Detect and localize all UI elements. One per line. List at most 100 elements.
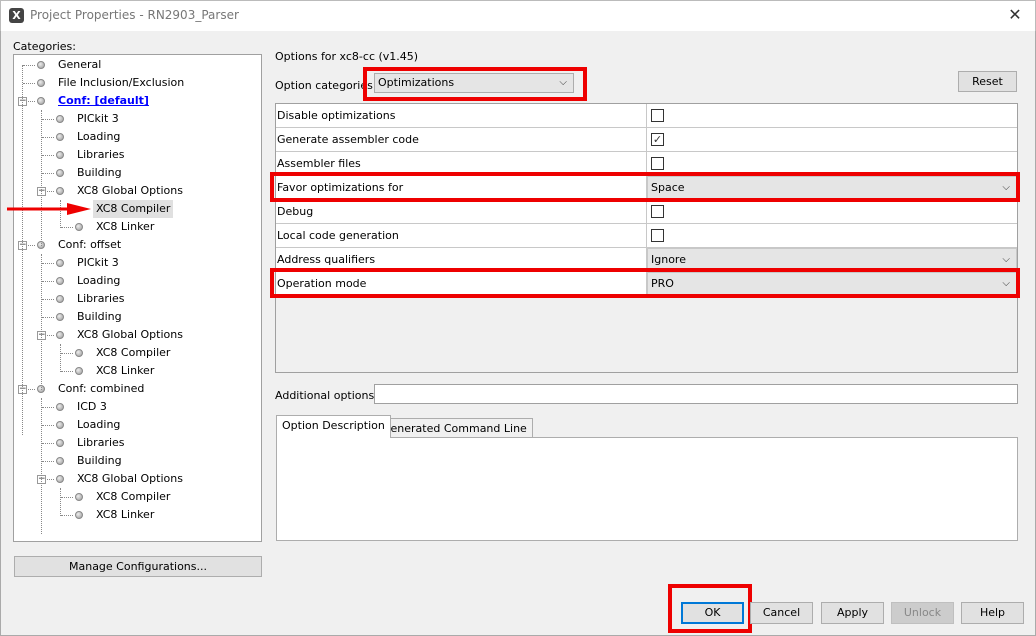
option-value: Ignore ⌵ <box>647 248 1017 271</box>
option-row: Disable optimizations <box>276 104 1017 128</box>
tree-line <box>60 488 61 516</box>
option-name: Operation mode <box>276 272 647 295</box>
option-categories-select[interactable]: Optimizations ⌵ <box>374 73 574 93</box>
tree-item-label: Building <box>77 310 122 323</box>
tree-line <box>42 461 54 462</box>
tree-item-label: Loading <box>77 274 121 287</box>
chevron-down-icon: ⌵ <box>1002 182 1010 193</box>
tree-item-label: PICkit 3 <box>77 256 119 269</box>
manage-configurations-button[interactable]: Manage Configurations... <box>14 556 262 577</box>
node-bullet-icon <box>56 151 64 159</box>
option-select-value: Space <box>651 181 685 194</box>
option-value <box>647 200 1017 223</box>
tree-item-label: XC8 Compiler <box>96 490 171 503</box>
chevron-down-icon: ⌵ <box>559 77 567 88</box>
node-bullet-icon <box>75 223 83 231</box>
tree-item-label: ICD 3 <box>77 400 107 413</box>
option-select[interactable]: Space ⌵ <box>647 176 1017 199</box>
option-checkbox[interactable]: ✓ <box>651 133 664 146</box>
node-bullet-icon <box>56 457 64 465</box>
additional-options-input[interactable] <box>374 384 1018 404</box>
option-checkbox[interactable] <box>651 229 664 242</box>
node-bullet-icon <box>56 475 64 483</box>
node-bullet-icon <box>75 349 83 357</box>
tab-option-description[interactable]: Option Description <box>276 415 391 438</box>
tree-line <box>41 398 42 534</box>
red-arrow-annotation <box>7 203 91 215</box>
node-bullet-icon <box>56 169 64 177</box>
tree-line <box>60 344 61 372</box>
option-select[interactable]: Ignore ⌵ <box>647 248 1017 271</box>
tree-item-label: Conf: offset <box>58 238 122 251</box>
tree-item-label: File Inclusion/Exclusion <box>58 76 185 89</box>
node-bullet-icon <box>56 115 64 123</box>
node-bullet-icon <box>56 331 64 339</box>
tree-line <box>42 407 54 408</box>
node-bullet-icon <box>37 97 45 105</box>
additional-options-label: Additional options: <box>275 389 378 402</box>
reset-button[interactable]: Reset <box>958 71 1017 92</box>
option-select[interactable]: PRO ⌵ <box>647 272 1017 295</box>
option-checkbox[interactable] <box>651 205 664 218</box>
tree-item-label: Loading <box>77 130 121 143</box>
tree-line <box>61 371 73 372</box>
ok-button[interactable]: OK <box>681 602 744 624</box>
tree-line <box>42 119 54 120</box>
tree-line <box>41 254 42 390</box>
tree-line <box>41 110 42 246</box>
node-bullet-icon <box>56 313 64 321</box>
option-checkbox[interactable] <box>651 109 664 122</box>
node-bullet-icon <box>37 79 45 87</box>
tree-line <box>42 443 54 444</box>
option-select-value: PRO <box>651 277 674 290</box>
tree-line <box>23 83 35 84</box>
close-icon[interactable]: ✕ <box>1000 4 1030 26</box>
options-title: Options for xc8-cc (v1.45) <box>275 50 419 63</box>
window-title: Project Properties - RN2903_Parser <box>30 8 239 22</box>
node-bullet-icon <box>56 187 64 195</box>
option-name: Favor optimizations for <box>276 176 647 199</box>
option-name: Local code generation <box>276 224 647 247</box>
tree-item-label: Building <box>77 166 122 179</box>
tree-item-label: XC8 Linker <box>96 364 155 377</box>
tree-item-label: XC8 Global Options <box>77 184 183 197</box>
option-select-value: Ignore <box>651 253 686 266</box>
node-bullet-icon <box>56 277 64 285</box>
option-value: Space ⌵ <box>647 176 1017 199</box>
tree-line <box>42 173 54 174</box>
node-bullet-icon <box>56 439 64 447</box>
tree-item-label: General <box>58 58 102 71</box>
options-grid: Disable optimizations Generate assembler … <box>275 103 1018 373</box>
categories-tree[interactable]: General File Inclusion/Exclusion − Conf: [d… <box>13 54 262 542</box>
node-bullet-icon <box>56 421 64 429</box>
tree-line <box>42 299 54 300</box>
node-bullet-icon <box>56 403 64 411</box>
tree-item-label: Conf: [default] <box>58 94 149 107</box>
node-bullet-icon <box>75 493 83 501</box>
tree-item-label: XC8 Linker <box>96 220 155 233</box>
tree-item-label: Loading <box>77 418 121 431</box>
option-name: Debug <box>276 200 647 223</box>
node-bullet-icon <box>75 511 83 519</box>
node-bullet-icon <box>56 295 64 303</box>
tree-item-label: Libraries <box>77 436 125 449</box>
option-value <box>647 224 1017 247</box>
option-value: PRO ⌵ <box>647 272 1017 295</box>
tree-line <box>42 155 54 156</box>
tree-line <box>61 515 73 516</box>
option-name: Generate assembler code <box>276 128 647 151</box>
tab-generated-command-line[interactable]: Generated Command Line <box>376 418 533 439</box>
unlock-button[interactable]: Unlock <box>891 602 954 624</box>
apply-button[interactable]: Apply <box>821 602 884 624</box>
cancel-button[interactable]: Cancel <box>750 602 813 624</box>
chevron-down-icon: ⌵ <box>1002 278 1010 289</box>
tree-item-label: XC8 Compiler <box>96 346 171 359</box>
node-bullet-icon <box>56 133 64 141</box>
help-button[interactable]: Help <box>961 602 1024 624</box>
tree-line <box>42 317 54 318</box>
option-checkbox[interactable] <box>651 157 664 170</box>
tree-line <box>42 137 54 138</box>
tree-line <box>42 425 54 426</box>
tree-line <box>61 497 73 498</box>
app-icon: X <box>9 8 24 23</box>
